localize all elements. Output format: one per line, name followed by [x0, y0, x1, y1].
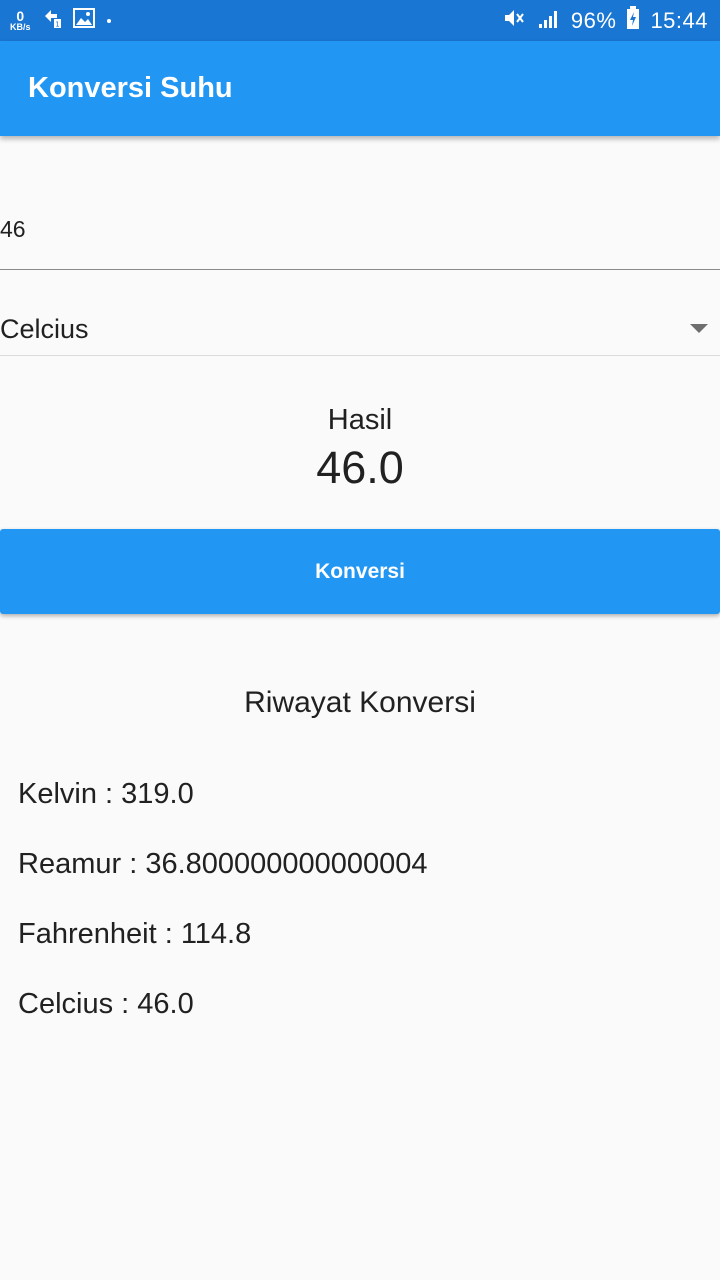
dropdown-arrow-icon[interactable] — [690, 324, 708, 333]
history-item-kelvin: Kelvin : 319.0 — [18, 778, 194, 810]
history-item-reamur: Reamur : 36.800000000000004 — [18, 848, 428, 880]
image-icon — [72, 8, 95, 33]
data-transfer-icon: 1 — [41, 7, 63, 34]
temperature-input[interactable]: 46 — [0, 190, 720, 270]
unit-dropdown[interactable]: Celcius — [0, 300, 720, 356]
dot-icon — [105, 12, 113, 30]
svg-text:1: 1 — [55, 21, 59, 29]
app-title: Konversi Suhu — [28, 72, 233, 104]
clock: 15:44 — [650, 7, 708, 33]
status-bar-right: 96% 15:44 — [503, 0, 708, 41]
history-item-celcius: Celcius : 46.0 — [18, 988, 194, 1020]
history-item-fahrenheit: Fahrenheit : 114.8 — [18, 918, 252, 950]
network-speed-unit: KB/s — [10, 22, 31, 32]
network-speed: 0 KB/s — [10, 9, 31, 32]
app-bar: Konversi Suhu — [0, 41, 720, 136]
history-list: Kelvin : 319.0 Reamur : 36.8000000000000… — [18, 776, 708, 1056]
temperature-input-value[interactable]: 46 — [0, 216, 26, 243]
history-title: Riwayat Konversi — [244, 686, 476, 719]
result-value: 46.0 — [316, 442, 404, 493]
battery-charging-icon — [626, 6, 640, 35]
convert-button[interactable]: Konversi — [0, 529, 720, 614]
network-speed-value: 0 — [16, 8, 25, 24]
mute-icon — [503, 7, 527, 34]
unit-dropdown-value[interactable]: Celcius — [0, 314, 89, 345]
status-bar-left: 0 KB/s 1 — [10, 0, 113, 41]
status-bar: 0 KB/s 1 96% 15:44 — [0, 0, 720, 41]
signal-icon — [537, 7, 561, 34]
result-label: Hasil — [327, 404, 393, 436]
battery-percentage: 96% — [570, 7, 617, 33]
